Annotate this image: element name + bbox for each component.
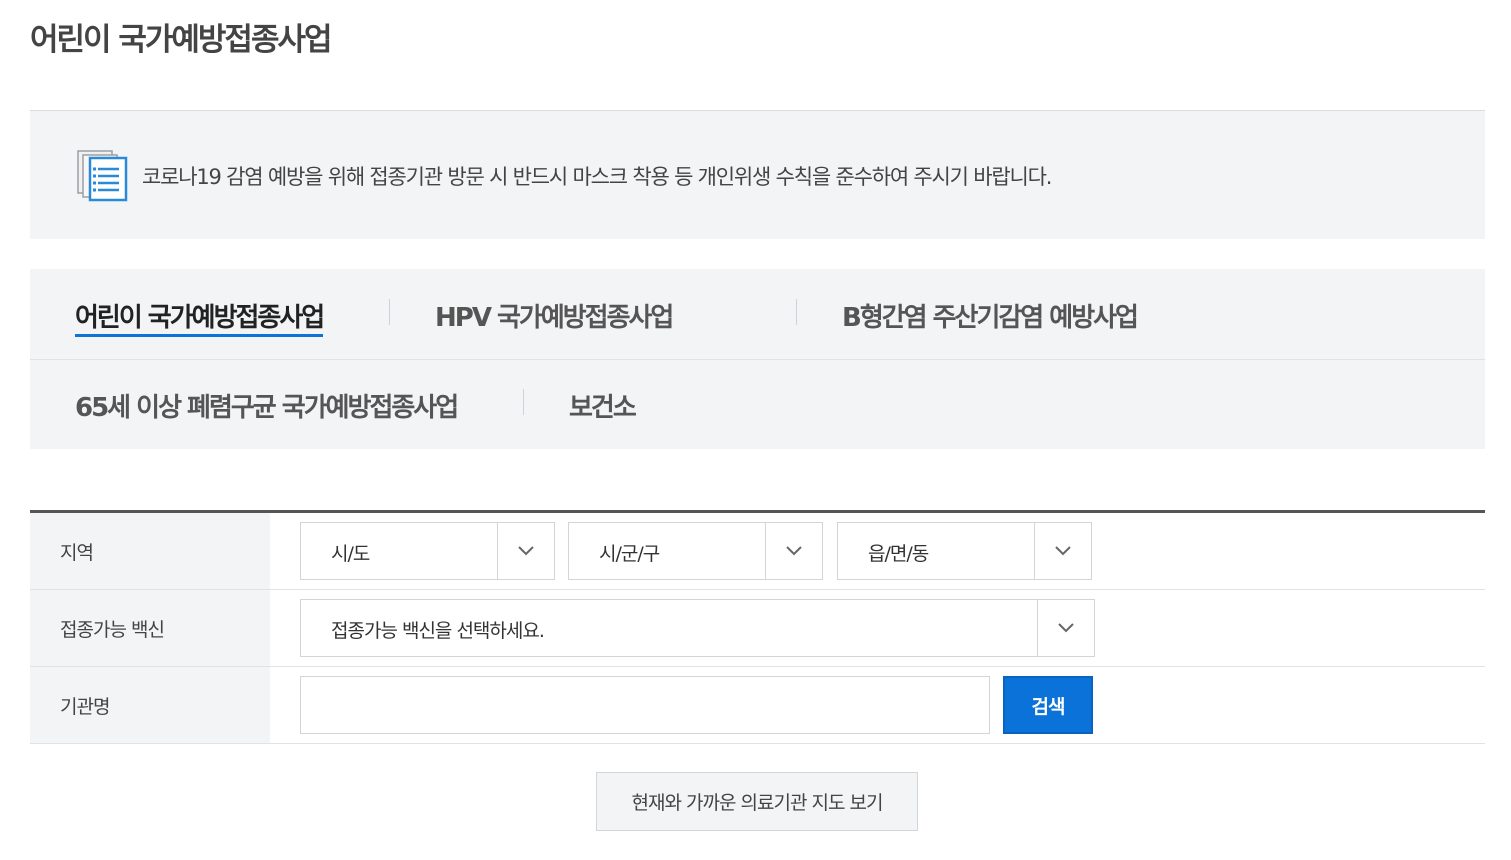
tab-row: 어린이 국가예방접종사업 HPV 국가예방접종사업 B형간염 주산기감염 예방사… (30, 269, 1485, 360)
eupmyeondong-select-value: 읍/면/동 (868, 543, 929, 565)
sigungu-select[interactable]: 시/군/구 (568, 522, 823, 580)
sido-select[interactable]: 시/도 (300, 522, 555, 580)
chevron-down-icon (497, 523, 554, 579)
tab-row: 65세 이상 폐렴구균 국가예방접종사업 보건소 (30, 359, 1485, 449)
vaccine-label: 접종가능 백신 (30, 590, 270, 666)
notice-text: 코로나19 감염 예방을 위해 접종기관 방문 시 반드시 마스크 착용 등 개… (142, 165, 1052, 189)
institution-name-input[interactable] (300, 676, 990, 734)
tab-health-center[interactable]: 보건소 (569, 387, 637, 424)
tab-divider (389, 299, 390, 325)
page-title: 어린이 국가예방접종사업 (30, 22, 333, 58)
eupmyeondong-select[interactable]: 읍/면/동 (837, 522, 1092, 580)
chevron-down-icon (1037, 600, 1094, 656)
institution-row: 기관명 검색 (30, 667, 1485, 744)
chevron-down-icon (765, 523, 822, 579)
vaccine-select[interactable]: 접종가능 백신을 선택하세요. (300, 599, 1095, 657)
tab-hpv-vaccination[interactable]: HPV 국가예방접종사업 (435, 297, 674, 334)
tab-divider (523, 389, 524, 415)
document-list-icon (77, 150, 128, 202)
institution-label: 기관명 (30, 667, 270, 743)
nearby-map-button[interactable]: 현재와 가까운 의료기관 지도 보기 (596, 772, 918, 831)
search-button[interactable]: 검색 (1003, 676, 1093, 734)
vaccine-row: 접종가능 백신 접종가능 백신을 선택하세요. (30, 590, 1485, 667)
search-form: 지역 시/도 시/군/구 읍/면/동 접종가능 백신 접종가능 백신을 선택하세… (30, 510, 1485, 744)
tab-divider (796, 299, 797, 325)
tab-child-vaccination[interactable]: 어린이 국가예방접종사업 (75, 297, 325, 337)
sido-select-value: 시/도 (331, 543, 370, 565)
tab-hepatitis-b-prevention[interactable]: B형간염 주산기감염 예방사업 (842, 297, 1139, 334)
sigungu-select-value: 시/군/구 (599, 543, 660, 565)
notice-box: 코로나19 감염 예방을 위해 접종기관 방문 시 반드시 마스크 착용 등 개… (30, 110, 1485, 239)
vaccine-select-value: 접종가능 백신을 선택하세요. (331, 620, 545, 642)
chevron-down-icon (1034, 523, 1091, 579)
region-row: 지역 시/도 시/군/구 읍/면/동 (30, 513, 1485, 590)
program-tabs: 어린이 국가예방접종사업 HPV 국가예방접종사업 B형간염 주산기감염 예방사… (30, 269, 1485, 449)
tab-pneumococcal-65plus[interactable]: 65세 이상 폐렴구균 국가예방접종사업 (75, 387, 459, 424)
region-label: 지역 (30, 513, 270, 589)
